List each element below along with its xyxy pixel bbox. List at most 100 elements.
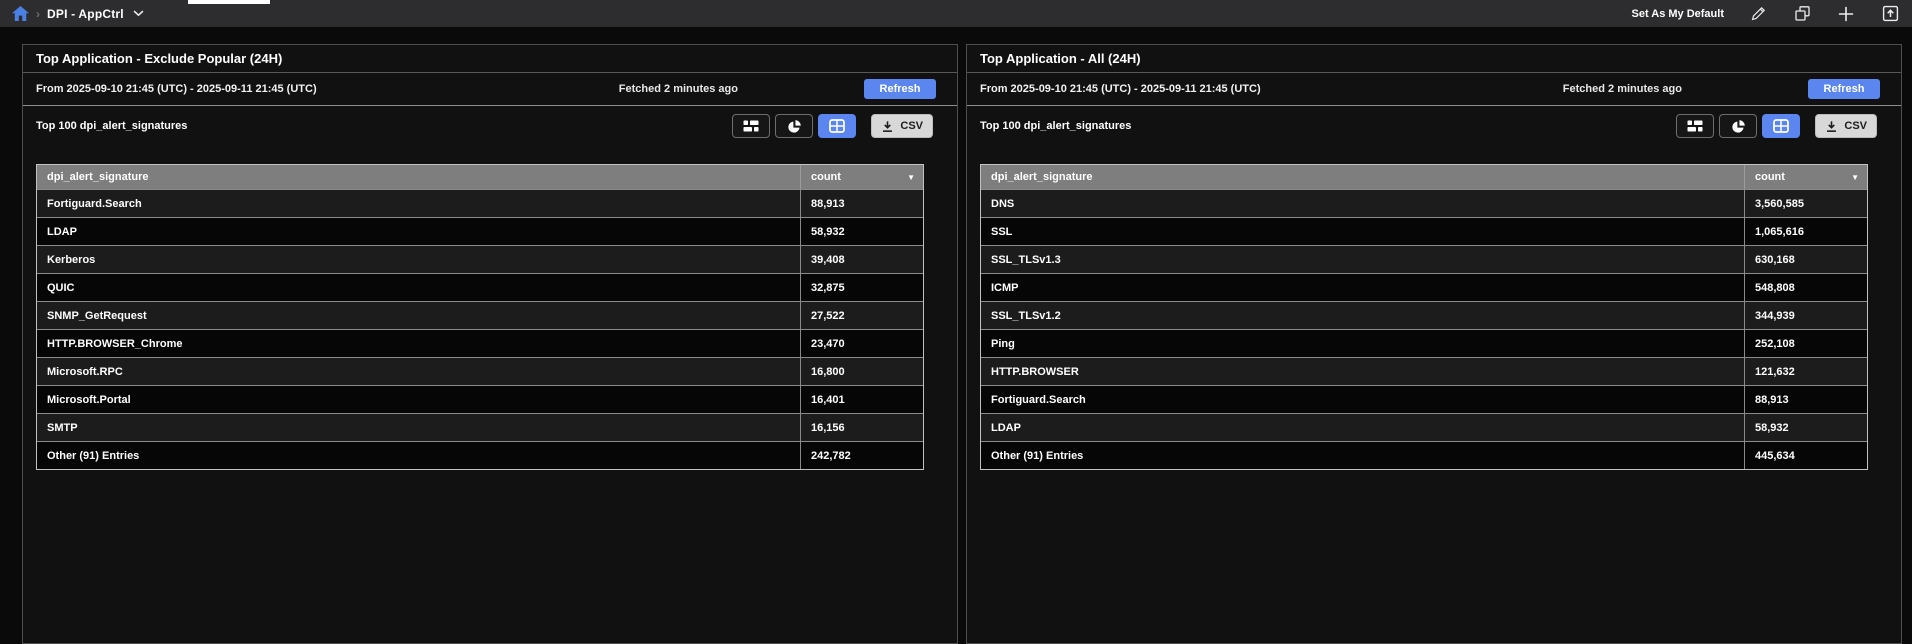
table-body: DNS 3,560,585 SSL 1,065,616 SSL_TLSv1.3 630,1… <box>981 189 1867 469</box>
table-row[interactable]: DNS 3,560,585 <box>981 189 1867 217</box>
top-white-bar <box>188 0 270 4</box>
count-cell: 252,108 <box>1744 330 1867 357</box>
column-header-count[interactable]: count ▼ <box>800 165 923 189</box>
pencil-icon[interactable] <box>1748 4 1768 24</box>
csv-label: CSV <box>1844 120 1867 132</box>
table-row[interactable]: Fortiguard.Search 88,913 <box>37 189 923 217</box>
count-cell: 242,782 <box>800 442 923 469</box>
count-cell: 23,470 <box>800 330 923 357</box>
panel-top-application-all: Top Application - All (24H) From 2025-09… <box>966 44 1902 644</box>
signature-cell: SSL <box>991 225 1013 238</box>
signature-cell: LDAP <box>47 225 77 238</box>
panel-toolbar: Top 100 dpi_alert_signatures CSV <box>967 106 1901 146</box>
home-icon[interactable] <box>12 6 29 21</box>
fetched-status: Fetched 2 minutes ago <box>618 83 738 95</box>
signature-cell: Fortiguard.Search <box>991 393 1086 406</box>
count-cell: 88,913 <box>800 190 923 217</box>
table-row[interactable]: LDAP 58,932 <box>981 413 1867 441</box>
table-row[interactable]: SSL_TLSv1.2 344,939 <box>981 301 1867 329</box>
table-view-button[interactable] <box>1762 114 1801 138</box>
table-row[interactable]: Microsoft.RPC 16,800 <box>37 357 923 385</box>
panel-top-application-exclude-popular: Top Application - Exclude Popular (24H) … <box>22 44 958 644</box>
panel-meta-row: From 2025-09-10 21:45 (UTC) - 2025-09-11… <box>967 73 1901 106</box>
panel-subtitle: Top 100 dpi_alert_signatures <box>36 120 188 132</box>
fetched-status: Fetched 2 minutes ago <box>1562 83 1682 95</box>
table-row[interactable]: SMTP 16,156 <box>37 413 923 441</box>
table-row[interactable]: HTTP.BROWSER_Chrome 23,470 <box>37 329 923 357</box>
refresh-button[interactable]: Refresh <box>864 79 936 99</box>
csv-download-button[interactable]: CSV <box>871 114 933 138</box>
dashboard-content: Top Application - Exclude Popular (24H) … <box>0 44 1912 644</box>
panel-title: Top Application - Exclude Popular (24H) <box>36 51 283 66</box>
plus-icon[interactable] <box>1836 4 1856 24</box>
signature-cell: SSL_TLSv1.3 <box>991 253 1061 266</box>
count-cell: 58,932 <box>1744 414 1867 441</box>
summary-view-button[interactable] <box>732 114 771 138</box>
table-row[interactable]: SSL 1,065,616 <box>981 217 1867 245</box>
download-icon <box>1825 120 1838 133</box>
signature-cell: Ping <box>991 337 1015 350</box>
table-row[interactable]: LDAP 58,932 <box>37 217 923 245</box>
pie-view-button[interactable] <box>1719 114 1758 138</box>
count-cell: 58,932 <box>800 218 923 245</box>
count-cell: 445,634 <box>1744 442 1867 469</box>
panel-meta-row: From 2025-09-10 21:45 (UTC) - 2025-09-11… <box>23 73 957 106</box>
signature-cell: Microsoft.Portal <box>47 393 131 406</box>
signature-cell: ICMP <box>991 281 1019 294</box>
export-icon[interactable] <box>1880 4 1900 24</box>
column-header-signature[interactable]: dpi_alert_signature <box>981 171 1744 183</box>
date-range-label: From 2025-09-10 21:45 (UTC) - 2025-09-11… <box>980 83 1261 95</box>
table-row[interactable]: QUIC 32,875 <box>37 273 923 301</box>
set-as-my-default-button[interactable]: Set As My Default <box>1631 8 1724 20</box>
signature-cell: QUIC <box>47 281 75 294</box>
count-cell: 1,065,616 <box>1744 218 1867 245</box>
table-row[interactable]: HTTP.BROWSER 121,632 <box>981 357 1867 385</box>
breadcrumb-separator-icon: › <box>36 6 40 21</box>
count-cell: 548,808 <box>1744 274 1867 301</box>
signature-cell: Kerberos <box>47 253 96 266</box>
count-cell: 88,913 <box>1744 386 1867 413</box>
sort-desc-icon: ▼ <box>907 172 915 182</box>
signature-cell: HTTP.BROWSER_Chrome <box>47 337 183 350</box>
breadcrumb-title[interactable]: DPI - AppCtrl <box>47 7 124 21</box>
table-row[interactable]: Other (91) Entries 242,782 <box>37 441 923 469</box>
count-cell: 16,156 <box>800 414 923 441</box>
panel-subtitle: Top 100 dpi_alert_signatures <box>980 120 1132 132</box>
table-row[interactable]: SSL_TLSv1.3 630,168 <box>981 245 1867 273</box>
count-header-label: count <box>1755 171 1785 183</box>
refresh-button[interactable]: Refresh <box>1808 79 1880 99</box>
count-cell: 3,560,585 <box>1744 190 1867 217</box>
top-navigation-bar: › DPI - AppCtrl Set As My Default <box>0 0 1912 27</box>
signatures-table: dpi_alert_signature count ▼ Fortiguard.S… <box>36 164 924 470</box>
pie-chart-icon <box>1731 119 1746 134</box>
count-header-label: count <box>811 171 841 183</box>
table-view-button[interactable] <box>818 114 857 138</box>
column-header-signature[interactable]: dpi_alert_signature <box>37 171 800 183</box>
signature-cell: Other (91) Entries <box>47 449 140 462</box>
csv-label: CSV <box>900 120 923 132</box>
table-row[interactable]: ICMP 548,808 <box>981 273 1867 301</box>
table-row[interactable]: Ping 252,108 <box>981 329 1867 357</box>
table-row[interactable]: SNMP_GetRequest 27,522 <box>37 301 923 329</box>
table-row[interactable]: Microsoft.Portal 16,401 <box>37 385 923 413</box>
table-row[interactable]: Kerberos 39,408 <box>37 245 923 273</box>
count-cell: 344,939 <box>1744 302 1867 329</box>
sort-desc-icon: ▼ <box>1851 172 1859 182</box>
count-cell: 32,875 <box>800 274 923 301</box>
column-header-count[interactable]: count ▼ <box>1744 165 1867 189</box>
panel-header: Top Application - Exclude Popular (24H) <box>23 45 957 73</box>
view-toggle-group <box>1676 114 1801 138</box>
chevron-down-icon[interactable] <box>133 10 144 17</box>
summary-view-button[interactable] <box>1676 114 1715 138</box>
signature-cell: DNS <box>991 197 1015 210</box>
panel-title: Top Application - All (24H) <box>980 51 1141 66</box>
summary-view-icon <box>1687 120 1703 132</box>
csv-download-button[interactable]: CSV <box>1815 114 1877 138</box>
pie-view-button[interactable] <box>775 114 814 138</box>
table-row[interactable]: Other (91) Entries 445,634 <box>981 441 1867 469</box>
panel-header: Top Application - All (24H) <box>967 45 1901 73</box>
date-range-label: From 2025-09-10 21:45 (UTC) - 2025-09-11… <box>36 83 317 95</box>
table-row[interactable]: Fortiguard.Search 88,913 <box>981 385 1867 413</box>
view-toggle-group <box>732 114 857 138</box>
copy-icon[interactable] <box>1792 4 1812 24</box>
